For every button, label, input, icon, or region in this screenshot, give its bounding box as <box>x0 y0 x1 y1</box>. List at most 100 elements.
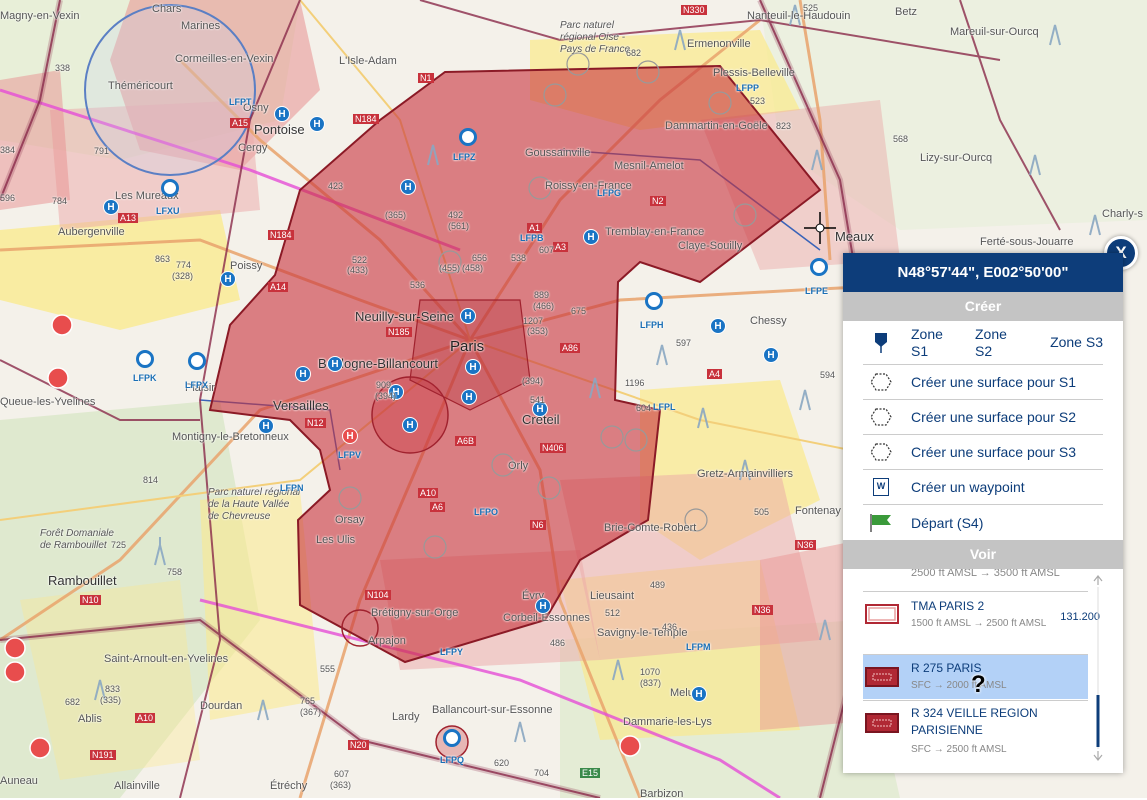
heliport-icon[interactable]: H <box>535 598 551 614</box>
create-surface-s2-button[interactable]: Créer une surface pour S2 <box>863 400 1103 435</box>
airspace-list[interactable]: 2500 ft AMSL → 3500 ft AMSL TMA PARIS 2 … <box>843 569 1123 765</box>
road-label: N20 <box>348 740 369 750</box>
airspace-altitude: SFC → 2000 ft AMSL <box>911 680 1007 691</box>
waypoint-icon: W <box>869 477 893 497</box>
road-label: A6 <box>430 502 446 512</box>
elevation-label: 538 <box>511 253 527 263</box>
airspace-altitude: SFC → 2500 ft AMSL <box>911 744 1007 755</box>
airport-icon[interactable] <box>443 729 461 747</box>
airport-code[interactable]: LFXU <box>156 206 180 216</box>
elevation-label: 833 <box>105 684 121 694</box>
heliport-icon[interactable]: H <box>274 106 290 122</box>
airport-code[interactable]: LFPG <box>597 188 621 198</box>
airport-icon[interactable] <box>161 179 179 197</box>
heliport-icon[interactable]: H <box>710 318 726 334</box>
elevation-label: 541 <box>530 395 546 405</box>
airport-code[interactable]: LFPV <box>338 450 361 460</box>
heliport-icon[interactable]: H <box>327 356 343 372</box>
flag-icon <box>869 513 893 533</box>
airport-code[interactable]: LFPY <box>440 647 463 657</box>
place-label: Brie-Comte-Robert <box>604 522 697 534</box>
road-label: A13 <box>118 213 139 223</box>
create-actions-list: Créer une surface pour S1 Créer une surf… <box>843 365 1123 540</box>
hospital-heliport-icon[interactable]: H <box>342 428 358 444</box>
airport-code[interactable]: LFPB <box>520 233 544 243</box>
airport-code[interactable]: LFPZ <box>453 152 476 162</box>
heliport-icon[interactable]: H <box>460 308 476 324</box>
heliport-icon[interactable]: H <box>763 347 779 363</box>
airport-icon[interactable] <box>188 352 206 370</box>
place-label: Ermenonville <box>687 38 751 50</box>
road-label: N330 <box>681 5 707 15</box>
heliport-icon[interactable]: H <box>691 686 707 702</box>
create-surface-s1-button[interactable]: Créer une surface pour S1 <box>863 365 1103 400</box>
airport-code[interactable]: LFPO <box>474 507 498 517</box>
place-label: Gretz-Armainvilliers <box>697 468 793 480</box>
zone-s3-button[interactable]: Zone S3 <box>1039 334 1103 351</box>
heliport-icon[interactable]: H <box>309 116 325 132</box>
place-label: Forêt Domaniale de Rambouillet <box>40 528 114 551</box>
airport-code[interactable]: LFPM <box>686 642 711 652</box>
elevation-label: 436 <box>662 622 678 632</box>
road-label: A10 <box>418 488 439 498</box>
elevation-label: 675 <box>571 306 587 316</box>
tma-swatch-icon <box>865 604 899 624</box>
airport-icon[interactable] <box>645 292 663 310</box>
departure-button[interactable]: Départ (S4) <box>863 505 1103 540</box>
create-surface-s3-button[interactable]: Créer une surface pour S3 <box>863 435 1103 470</box>
elevation-label: 489 <box>650 580 666 590</box>
heliport-icon[interactable]: H <box>220 271 236 287</box>
hexagon-icon <box>869 407 893 427</box>
airport-code[interactable]: LFPN <box>280 483 304 493</box>
road-label: N6 <box>530 520 546 530</box>
heliport-icon[interactable]: H <box>402 417 418 433</box>
road-label: N406 <box>540 443 566 453</box>
airport-code[interactable]: LFPH <box>640 320 664 330</box>
heliport-icon[interactable]: H <box>465 359 481 375</box>
zone-s2-button[interactable]: Zone S2 <box>975 326 1021 360</box>
heliport-icon[interactable]: H <box>461 389 477 405</box>
heliport-icon[interactable]: H <box>103 199 119 215</box>
restricted-swatch-icon <box>865 667 899 687</box>
airport-code[interactable]: LFPL <box>653 402 676 412</box>
airport-icon[interactable] <box>136 350 154 368</box>
elevation-label: (561) <box>448 221 470 231</box>
zone-s1-button[interactable]: Zone S1 <box>911 326 957 360</box>
action-label: Créer un waypoint <box>911 479 1025 495</box>
elevation-label: 523 <box>750 96 766 106</box>
airport-code[interactable]: LFPQ <box>440 755 464 765</box>
list-scrollbar[interactable] <box>1093 573 1103 763</box>
airport-code[interactable]: LFPX <box>185 380 208 390</box>
scroll-up-icon <box>1093 575 1103 585</box>
heliport-icon[interactable]: H <box>258 418 274 434</box>
airport-code[interactable]: LFPK <box>133 373 157 383</box>
airspace-item-r324[interactable]: R 324 VEILLE REGION PARISIENNE SFC → 250… <box>863 700 1088 765</box>
heliport-icon[interactable]: H <box>583 229 599 245</box>
elevation-label: 1207 <box>523 316 544 326</box>
road-label: N1 <box>418 73 434 83</box>
airspace-item-tma-paris-2[interactable]: TMA PARIS 2 1500 ft AMSL → 2500 ft AMSL … <box>863 591 1100 654</box>
place-label: Barbizon <box>640 788 684 800</box>
road-label: A4 <box>707 369 723 379</box>
road-label: A14 <box>268 282 289 292</box>
elevation-label: 620 <box>494 758 510 768</box>
coordinates-header: N48°57'44", E002°50'00" <box>843 253 1123 292</box>
road-label: A15 <box>230 118 251 128</box>
zone-selector: Zone S1 Zone S2 Zone S3 <box>863 321 1103 365</box>
heliport-icon[interactable]: H <box>400 179 416 195</box>
heliport-icon[interactable]: H <box>295 366 311 382</box>
road-label: N184 <box>353 114 379 124</box>
restricted-swatch-icon <box>865 713 899 733</box>
place-label: Mesnil-Amelot <box>614 160 684 172</box>
place-label: Aubergenville <box>58 226 125 238</box>
place-label: Montigny-le-Bretonneux <box>172 431 289 443</box>
place-label: Lardy <box>392 711 420 723</box>
airport-code[interactable]: LFPE <box>805 286 828 296</box>
create-waypoint-button[interactable]: W Créer un waypoint <box>863 470 1103 505</box>
road-label: N191 <box>90 750 116 760</box>
airport-code[interactable]: LFPP <box>736 83 759 93</box>
airport-icon[interactable] <box>810 258 828 276</box>
place-label: Ablis <box>78 713 102 725</box>
airport-icon[interactable] <box>459 128 477 146</box>
airport-code[interactable]: LFPT <box>229 97 252 107</box>
